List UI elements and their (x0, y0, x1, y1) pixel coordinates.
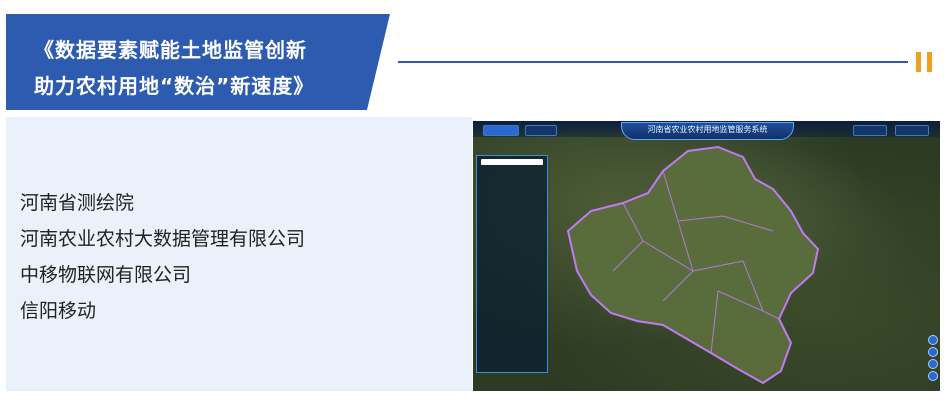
title-line-1: 《数据要素赋能土地监管创新 (34, 38, 307, 62)
map-zoom-in-button[interactable] (928, 335, 938, 345)
map-layers-button[interactable] (928, 371, 938, 381)
pause-bar-left (916, 52, 921, 72)
layer-search-input[interactable] (481, 159, 543, 165)
organizations-panel: 河南省测绘院 河南农业农村大数据管理有限公司 中移物联网有限公司 信阳移动 (6, 117, 472, 391)
nav-button[interactable] (853, 125, 887, 136)
nav-button[interactable] (895, 125, 929, 136)
pause-bar-right (927, 52, 932, 72)
title-line-2: 助力农村用地“数治”新速度》 (34, 74, 315, 98)
nav-button[interactable] (483, 125, 519, 136)
organization-item: 信阳移动 (20, 300, 97, 322)
map-reset-button[interactable] (928, 359, 938, 369)
header-divider (398, 61, 908, 63)
organization-item: 河南省测绘院 (20, 192, 135, 214)
province-boundary (566, 145, 820, 385)
system-screenshot: 河南省农业农村用地监管服务系统 (473, 121, 940, 391)
layer-panel (476, 155, 548, 373)
organization-list: 河南省测绘院 河南农业农村大数据管理有限公司 中移物联网有限公司 信阳移动 (20, 189, 305, 333)
nav-button[interactable] (525, 125, 557, 136)
organization-item: 河南农业农村大数据管理有限公司 (20, 228, 306, 250)
map-zoom-out-button[interactable] (928, 347, 938, 357)
organization-item: 中移物联网有限公司 (20, 264, 192, 286)
system-title: 河南省农业农村用地监管服务系统 (621, 122, 794, 140)
title-banner: 《数据要素赋能土地监管创新 助力农村用地“数治”新速度》 (6, 14, 390, 110)
map-toolbar[interactable] (808, 149, 938, 157)
pause-icon (914, 52, 936, 72)
